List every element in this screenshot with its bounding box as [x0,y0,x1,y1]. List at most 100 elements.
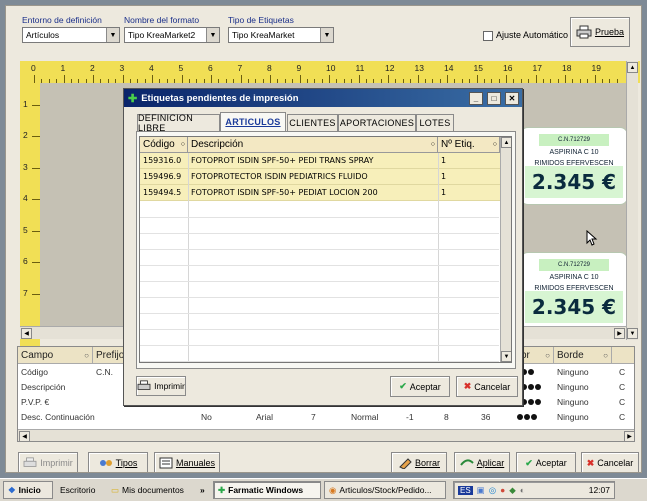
grid-hscrollbar[interactable]: ◀ ▶ [18,429,634,441]
minimize-icon[interactable]: _ [469,91,483,105]
borrar-button[interactable]: Borrar [391,452,447,472]
grid-header-borde[interactable]: Borde ○ [554,347,612,364]
scroll-left-icon[interactable]: ◀ [21,328,32,339]
security-icon[interactable]: ● [500,485,505,495]
entorno-select[interactable]: Artículos ▼ [22,27,120,43]
cell-descripcion: FOTOPROT ISDIN SPF-50+ PEDI TRANS SPRAY [191,156,374,165]
scroll-down-icon[interactable]: ▼ [501,351,511,362]
grid-cell-campo[interactable]: P.V.P. € [18,395,93,409]
cancelar-button[interactable]: ✖ Cancelar [581,452,639,472]
aplicar-button[interactable]: Aplicar [454,452,510,472]
plus-icon: ✚ [128,92,138,105]
grid-header-extra[interactable] [612,347,634,364]
maximize-icon[interactable]: □ [487,91,501,105]
grid-cell-borde[interactable]: Ninguno [554,395,589,409]
aceptar-button[interactable]: ✔ Aceptar [516,452,576,472]
escritorio-label: Escritorio [60,485,96,495]
scroll-up-icon[interactable]: ▲ [501,137,511,148]
grid-cell-campo[interactable]: Código [18,365,93,379]
prueba-button[interactable]: Prueba [570,17,630,47]
language-indicator[interactable]: ES [458,485,473,495]
cell-descripcion: FOTOPROT ISDIN SPF-50+ PEDIAT LOCION 200 [191,188,378,197]
ruler-tick [93,75,94,83]
dialog-cancelar-label: Cancelar [474,381,511,392]
ajuste-checkbox[interactable] [483,31,493,41]
formato-select[interactable]: Tipo KreaMarket2 ▼ [124,27,220,43]
ruler-number: 1 [23,98,28,109]
table-row[interactable]: 159496.9 FOTOPROTECTOR ISDIN PEDIATRICS … [140,169,500,185]
scroll-right-icon[interactable]: ▶ [624,431,634,441]
imprimir-button[interactable]: Imprimir [18,452,78,472]
scroll-up-icon[interactable]: ▲ [627,62,638,73]
mis-documentos-toolbar[interactable]: ▭ Mis documentos [107,481,193,499]
tab-clientes[interactable]: CLIENTES [287,114,338,131]
task-farmatic[interactable]: ✚ Farmatic Windows [213,481,321,499]
dialog-imprimir-label: Imprimir [154,381,185,391]
grid-cell-c2[interactable]: 8 [441,410,449,424]
volume-icon[interactable]: ◐ [520,485,525,495]
grid-cell-campo[interactable]: Descripción [18,380,93,394]
dialog-aceptar-button[interactable]: ✔ Aceptar [390,376,450,397]
table-row[interactable]: 159316.0 FOTOPROT ISDIN SPF-50+ PEDI TRA… [140,153,500,169]
table-row[interactable]: 159494.5 FOTOPROT ISDIN SPF-50+ PEDIAT L… [140,185,500,201]
tab-aportaciones[interactable]: APORTACIONES [338,114,416,131]
grid-cell-extra: C [619,367,626,377]
col-header-descripcion[interactable]: Descripción ○ [188,137,438,153]
grid-cell-borde[interactable]: Ninguno [554,380,589,394]
table-vscrollbar[interactable]: ▲ ▼ [500,137,511,362]
column-divider [438,153,439,362]
tab-articulos[interactable]: ARTICULOS [220,112,286,131]
manuales-button[interactable]: Manuales [154,452,220,472]
grid-cell-font[interactable]: Arial [253,410,273,424]
dialog-imprimir-button[interactable]: Imprimir [136,376,186,396]
ruler-number: 14 [444,63,454,73]
grid-cell-tam[interactable]: 7 [308,410,316,424]
tab-definicion-libre[interactable]: DEFINICION LIBRE [137,113,220,133]
color-dots[interactable] [514,410,538,424]
label-preview-1[interactable]: C.N.712729 ASPIRINA C 10 RIMIDOS EFERVES… [520,127,628,205]
toolbar-overflow-icon[interactable]: » [196,481,210,499]
grid-cell-c1[interactable]: -1 [403,410,414,424]
close-icon[interactable]: ✕ [505,91,519,105]
canvas-vscrollbar[interactable]: ▲ ▼ [626,61,638,340]
scroll-left-icon[interactable]: ◀ [19,431,30,441]
scroll-down-icon[interactable]: ▼ [627,328,638,339]
chevron-down-icon[interactable]: ▼ [106,28,119,42]
dialog-cancelar-button[interactable]: ✖ Cancelar [456,376,518,397]
tab-panel: Código ○ Descripción ○ Nº Etiq. ○ 159316.0 … [136,131,516,369]
system-tray: ES ▣ ◎ ● ◆ ◐ 12:07 [453,481,615,499]
chevron-down-icon[interactable]: ▼ [320,28,333,42]
grid-cell-borde[interactable]: Ninguno [554,365,589,379]
grid-cell-fuente[interactable]: No [198,410,212,424]
task-articulos[interactable]: ◉ Articulos/Stock/Pedido... [324,481,446,499]
horizontal-ruler: 0 1 2 3 4 5 6 7 8 9 10 11 12 13 14 15 16 17 18 19 [20,61,640,83]
tab-lotes[interactable]: LOTES [416,114,454,131]
tipo-select[interactable]: Tipo KreaMarket ▼ [228,27,334,43]
grid-cell-campo[interactable]: Desc. Continuación [18,410,118,424]
grid-header-campo[interactable]: Campo ○ [18,347,93,364]
start-button[interactable]: ❖ Inicio [3,481,53,499]
col-header-etiq[interactable]: Nº Etiq. ○ [438,137,500,153]
ruler-number: 18 [562,63,572,73]
network-icon[interactable]: ▣ [477,485,485,496]
escritorio-toolbar[interactable]: Escritorio [56,481,104,499]
antivirus-icon[interactable]: ◆ [509,485,516,496]
grid-cell-c3[interactable]: 36 [478,410,490,424]
grid-cell-borde[interactable]: Ninguno [554,410,589,424]
scroll-right-icon[interactable]: ▶ [614,328,625,339]
grid-header-color[interactable]: or ○ [518,347,554,364]
tipos-button[interactable]: Tipos [88,452,148,472]
ruler-tick [32,199,40,200]
ruler-tick [152,75,153,83]
update-icon[interactable]: ◎ [489,485,496,496]
dialog-titlebar[interactable]: ✚ Etiquetas pendientes de impresión _ □ … [124,89,522,107]
col-header-codigo[interactable]: Código ○ [140,137,188,153]
row-line [140,249,499,250]
ruler-number: 15 [473,63,483,73]
chevron-down-icon[interactable]: ▼ [206,28,219,42]
articulos-icon: ◉ [329,484,337,495]
grid-cell-estilo[interactable]: Normal [348,410,378,424]
ruler-number: 4 [149,63,154,73]
label-preview-2[interactable]: C.N.712729 ASPIRINA C 10 RIMIDOS EFERVES… [520,252,628,330]
ruler-tick [506,75,507,83]
